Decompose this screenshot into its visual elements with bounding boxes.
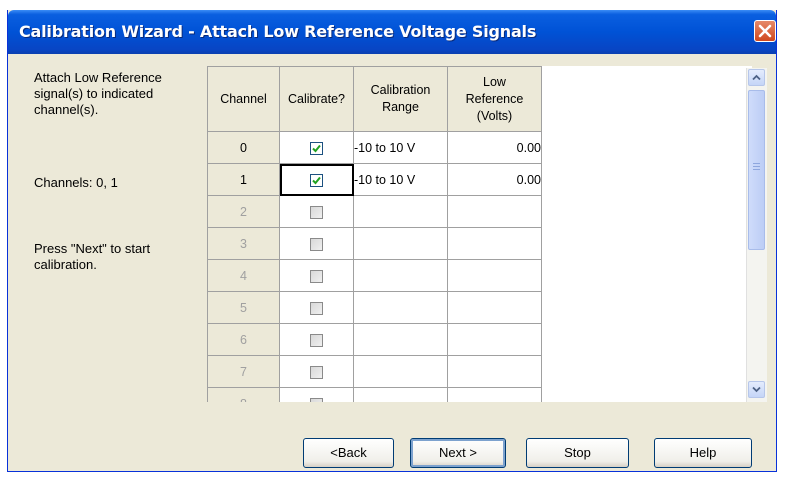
header-low-reference[interactable]: Low Reference (Volts) [447, 66, 542, 132]
calibration-range-cell[interactable] [353, 387, 448, 402]
calibration-range-cell[interactable]: -10 to 10 V [353, 131, 448, 164]
calibrate-cell[interactable] [279, 323, 354, 356]
calibration-range-cell[interactable] [353, 195, 448, 228]
calibrate-checkbox [310, 269, 323, 283]
stop-button[interactable]: Stop [526, 438, 629, 468]
calibrate-cell[interactable] [279, 195, 354, 228]
table-row[interactable]: 7 [207, 355, 542, 388]
scroll-down-button[interactable] [748, 381, 765, 398]
low-reference-cell[interactable] [447, 227, 542, 260]
channel-cell: 5 [207, 291, 280, 324]
calibrate-cell[interactable] [279, 291, 354, 324]
header-low-line3: (Volts) [476, 108, 513, 123]
header-channel[interactable]: Channel [207, 66, 280, 132]
calibrate-checkbox [310, 301, 323, 315]
chevron-down-icon [752, 386, 761, 393]
table-row[interactable]: 5 [207, 291, 542, 324]
calibrate-checkbox[interactable] [310, 173, 323, 187]
channel-cell: 7 [207, 355, 280, 388]
calibration-wizard-window: Calibration Wizard - Attach Low Referenc… [7, 10, 777, 472]
channel-cell: 3 [207, 227, 280, 260]
low-reference-cell[interactable]: 0.00 [447, 131, 542, 164]
grip-icon [753, 163, 760, 171]
calibration-range-cell[interactable] [353, 227, 448, 260]
low-reference-cell[interactable] [447, 355, 542, 388]
calibration-range-cell[interactable]: -10 to 10 V [353, 163, 448, 196]
press-next-text: Press "Next" to start calibration. [34, 241, 151, 272]
header-calibrate[interactable]: Calibrate? [279, 66, 354, 132]
vertical-scrollbar[interactable] [746, 68, 767, 402]
header-channel-label: Channel [220, 91, 267, 106]
table-row[interactable]: 6 [207, 323, 542, 356]
low-reference-cell[interactable] [447, 259, 542, 292]
next-button[interactable]: Next > [410, 438, 506, 468]
table-row[interactable]: 2 [207, 195, 542, 228]
calibrate-checkbox[interactable] [310, 141, 323, 155]
calibrate-cell[interactable] [279, 355, 354, 388]
channel-cell: 8 [207, 387, 280, 402]
checkmark-icon [312, 144, 321, 153]
calibrate-checkbox [310, 365, 323, 379]
calibrate-checkbox [310, 333, 323, 347]
header-calibrate-label: Calibrate? [288, 91, 345, 106]
calibration-range-cell[interactable] [353, 259, 448, 292]
calibrate-cell[interactable] [279, 227, 354, 260]
instruction-text: Attach Low Reference signal(s) to indica… [34, 70, 162, 117]
channel-cell: 1 [207, 163, 280, 196]
grid-header-row: Channel Calibrate? Calibration Range Low… [207, 66, 542, 132]
calibration-range-cell[interactable] [353, 323, 448, 356]
back-button[interactable]: <Back [303, 438, 394, 468]
calibrate-cell[interactable] [279, 259, 354, 292]
low-reference-cell[interactable] [447, 291, 542, 324]
low-reference-cell[interactable] [447, 387, 542, 402]
calibration-range-cell[interactable] [353, 291, 448, 324]
table-row[interactable]: 4 [207, 259, 542, 292]
calibrate-checkbox [310, 397, 323, 402]
channel-grid[interactable]: Channel Calibrate? Calibration Range Low… [207, 66, 752, 402]
header-low-line1: Low [483, 74, 506, 89]
scroll-up-button[interactable] [748, 69, 765, 86]
channel-cell: 4 [207, 259, 280, 292]
table-row[interactable]: 0 -10 to 10 V 0.00 [207, 131, 542, 164]
header-range-line2: Range [382, 100, 419, 114]
table-row[interactable]: 1 -10 to 10 V 0.00 [207, 163, 542, 196]
title-bar[interactable]: Calibration Wizard - Attach Low Referenc… [8, 10, 776, 54]
header-calibration-range[interactable]: Calibration Range [353, 66, 448, 132]
checkmark-icon [312, 176, 321, 185]
calibrate-cell[interactable] [279, 131, 354, 164]
close-icon[interactable] [754, 20, 776, 42]
scroll-thumb[interactable] [748, 90, 765, 250]
calibration-range-cell[interactable] [353, 355, 448, 388]
channel-cell: 6 [207, 323, 280, 356]
calibrate-checkbox [310, 237, 323, 251]
low-reference-cell[interactable]: 0.00 [447, 163, 542, 196]
channel-cell: 2 [207, 195, 280, 228]
header-range-line1: Calibration [370, 83, 431, 97]
table-row[interactable]: 3 [207, 227, 542, 260]
channels-text: Channels: 0, 1 [34, 175, 118, 190]
calibrate-checkbox [310, 205, 323, 219]
channel-cell: 0 [207, 131, 280, 164]
header-low-line2: Reference [465, 91, 524, 106]
chevron-up-icon [752, 74, 761, 81]
low-reference-cell[interactable] [447, 323, 542, 356]
table-row[interactable]: 8 [207, 387, 542, 402]
calibrate-cell[interactable] [279, 387, 354, 402]
help-button[interactable]: Help [654, 438, 752, 468]
window-title: Calibration Wizard - Attach Low Referenc… [19, 22, 537, 41]
low-reference-cell[interactable] [447, 195, 542, 228]
calibrate-cell[interactable] [279, 163, 354, 196]
